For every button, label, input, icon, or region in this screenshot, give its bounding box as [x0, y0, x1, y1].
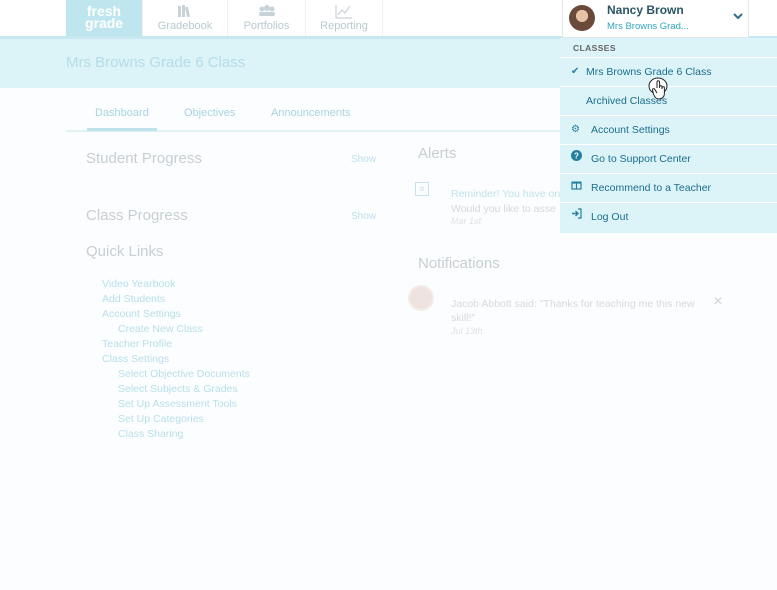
quick-link-class-sharing[interactable]: Class Sharing — [102, 427, 382, 442]
nav-tab-portfolios[interactable]: Portfolios — [227, 0, 305, 36]
class-title: Mrs Browns Grade 6 Class — [66, 54, 246, 71]
menu-item-account-settings[interactable]: ⚙ Account Settings — [560, 116, 777, 145]
student-progress-show-link[interactable]: Show — [351, 154, 376, 165]
tab-announcements[interactable]: Announcements — [271, 107, 351, 119]
user-dropdown-menu: CLASSES ✔ Mrs Browns Grade 6 Class Archi… — [560, 38, 777, 233]
svg-text:?: ? — [574, 152, 579, 161]
menu-item-label: Account Settings — [591, 124, 670, 136]
notification-avatar — [408, 285, 434, 311]
alert-text[interactable]: Reminder! You have on — [451, 188, 560, 200]
notification-text: Jacob Abbott said: "Thanks for teaching … — [451, 298, 695, 324]
freshgrade-logo[interactable]: fresh grade — [66, 0, 142, 36]
quick-link-account-settings[interactable]: Account Settings — [102, 307, 382, 322]
nav-tab-label: Portfolios — [243, 20, 290, 32]
alert-date: Mar 1st — [451, 216, 482, 226]
user-menu-toggle[interactable]: Nancy Brown Mrs Browns Grad... — [562, 0, 749, 38]
quick-links-title: Quick Links — [86, 243, 164, 260]
close-icon[interactable]: ✕ — [713, 294, 723, 308]
avatar — [569, 5, 595, 31]
menu-item-support-center[interactable]: ? Go to Support Center — [560, 145, 777, 174]
quick-link-set-up-categories[interactable]: Set Up Categories — [102, 412, 382, 427]
sign-out-icon — [571, 203, 582, 231]
user-current-class: Mrs Browns Grad... — [607, 21, 689, 32]
quick-link-teacher-profile[interactable]: Teacher Profile — [102, 337, 382, 352]
alert-subtext: Would you like to asse — [451, 203, 556, 215]
chevron-down-icon — [733, 9, 743, 23]
quick-links-list: Video Yearbook Add Students Account Sett… — [102, 277, 382, 442]
menu-item-label: Log Out — [591, 211, 629, 223]
menu-item-label: Go to Support Center — [591, 153, 691, 165]
nav-tab-label: Reporting — [320, 20, 368, 32]
people-icon — [228, 0, 305, 20]
document-icon: ≡ — [415, 182, 429, 196]
classes-section-label: CLASSES — [560, 38, 777, 58]
check-icon: ✔ — [571, 66, 580, 77]
notifications-title: Notifications — [418, 255, 500, 272]
class-progress-show-link[interactable]: Show — [351, 211, 376, 222]
quick-link-video-yearbook[interactable]: Video Yearbook — [102, 277, 382, 292]
student-progress-title: Student Progress — [86, 150, 202, 167]
quick-link-create-new-class[interactable]: Create New Class — [102, 322, 382, 337]
books-icon — [143, 0, 227, 20]
menu-item-recommend[interactable]: Recommend to a Teacher — [560, 174, 777, 203]
menu-item-label: Recommend to a Teacher — [591, 182, 712, 194]
class-progress-title: Class Progress — [86, 207, 188, 224]
user-name: Nancy Brown — [607, 3, 684, 17]
tab-dashboard[interactable]: Dashboard — [87, 107, 157, 131]
quick-link-select-subjects-grades[interactable]: Select Subjects & Grades — [102, 382, 382, 397]
alerts-title: Alerts — [418, 145, 457, 162]
quick-link-set-up-assessment-tools[interactable]: Set Up Assessment Tools — [102, 397, 382, 412]
gift-icon — [571, 174, 582, 202]
nav-tab-label: Gradebook — [157, 20, 213, 32]
tab-objectives[interactable]: Objectives — [184, 107, 235, 119]
quick-link-add-students[interactable]: Add Students — [102, 292, 382, 307]
notification-date: Jul 13th — [451, 326, 483, 336]
hand-cursor-icon — [648, 76, 670, 102]
nav-tab-gradebook[interactable]: Gradebook — [142, 0, 227, 36]
logo-line-2: grade — [84, 15, 124, 31]
quick-link-select-objective-documents[interactable]: Select Objective Documents — [102, 367, 382, 382]
chart-icon — [306, 0, 382, 20]
help-icon: ? — [571, 145, 582, 173]
menu-item-log-out[interactable]: Log Out — [560, 203, 777, 232]
gear-icon: ⚙ — [571, 124, 580, 135]
quick-link-class-settings[interactable]: Class Settings — [102, 352, 382, 367]
nav-tab-reporting[interactable]: Reporting — [305, 0, 383, 36]
